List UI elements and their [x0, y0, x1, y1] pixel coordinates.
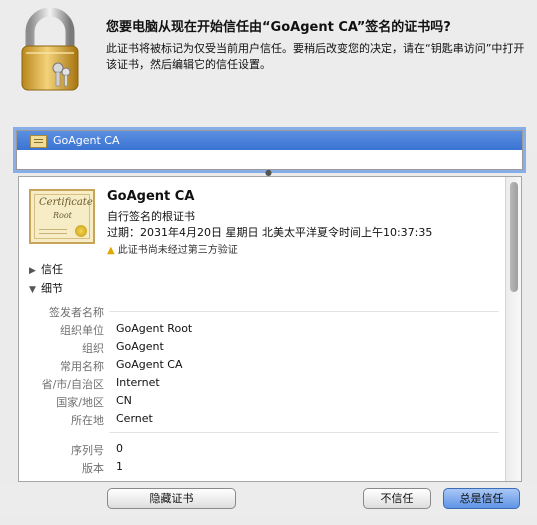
detail-scrollbar[interactable] [505, 177, 521, 481]
dialog-question: 您要电脑从现在开始信任由“GoAgent CA”签名的证书吗? [106, 20, 451, 35]
field-value: GoAgent Root [116, 322, 193, 335]
padlock-with-keys-icon [21, 8, 79, 91]
trust-label: 信任 [41, 263, 63, 276]
field-value: GoAgent [116, 340, 164, 353]
certificate-name: GoAgent CA [107, 189, 195, 204]
scrollbar-thumb[interactable] [510, 182, 518, 292]
field-label: 组织 [82, 342, 104, 355]
certificate-warning-text: 此证书尚未经过第三方验证 [117, 245, 238, 256]
field-label: 组织单位 [60, 324, 104, 337]
certificate-list-item-selected[interactable]: GoAgent CA [17, 131, 522, 150]
field-label: 国家/地区 [56, 396, 104, 409]
field-value: GoAgent CA [116, 358, 183, 371]
seal-icon [75, 225, 87, 237]
certificate-detail-panel[interactable]: Certificate Root GoAgent CA 自行签名的根证书 过期：… [18, 176, 522, 482]
warning-triangle-icon: ▲ [107, 245, 115, 256]
certificate-image-word: Root [53, 211, 72, 220]
certificate-list-item-label: GoAgent CA [53, 134, 120, 147]
field-value: Cernet [116, 412, 153, 425]
divider [109, 432, 499, 433]
field-value: Internet [116, 376, 160, 389]
details-disclosure[interactable]: ▼ 细节 [29, 280, 63, 296]
divider [109, 311, 499, 312]
issuer-section-header: 签发者名称 [49, 306, 104, 319]
certificate-image-word: Certificate [39, 197, 93, 208]
field-label: 版本 [82, 462, 104, 475]
field-value: CN [116, 394, 132, 407]
field-label: 序列号 [71, 444, 104, 457]
certificate-expiry: 过期：2031年4月20日 星期日 北美太平洋夏令时间上午10:37:35 [107, 226, 433, 239]
dialog-description: 此证书将被标记为仅受当前用户信任。要稍后改变您的决定，请在“钥匙串访问”中打开该… [106, 42, 525, 71]
field-value: 1 [116, 460, 123, 473]
details-label: 细节 [41, 282, 63, 295]
field-value: 0 [116, 442, 123, 455]
certificate-large-icon: Certificate Root [29, 189, 95, 244]
hide-certificate-button[interactable]: 隐藏证书 [107, 488, 236, 509]
field-label: 常用名称 [60, 360, 104, 373]
always-trust-button[interactable]: 总是信任 [443, 488, 520, 509]
disclosure-right-icon: ▶ [29, 266, 36, 276]
field-label: 省/市/自治区 [41, 378, 104, 391]
certificate-warning: ▲ 此证书尚未经过第三方验证 [107, 241, 238, 256]
disclosure-down-icon: ▼ [29, 285, 36, 295]
trust-certificate-sheet: 您要电脑从现在开始信任由“GoAgent CA”签名的证书吗? 此证书将被标记为… [0, 0, 537, 525]
dont-trust-button[interactable]: 不信任 [363, 488, 431, 509]
certificate-small-icon [30, 135, 47, 148]
trust-disclosure[interactable]: ▶ 信任 [29, 261, 63, 277]
field-label: 所在地 [71, 414, 104, 427]
certificate-kind: 自行签名的根证书 [107, 210, 195, 223]
certificate-list[interactable]: GoAgent CA [16, 130, 523, 170]
